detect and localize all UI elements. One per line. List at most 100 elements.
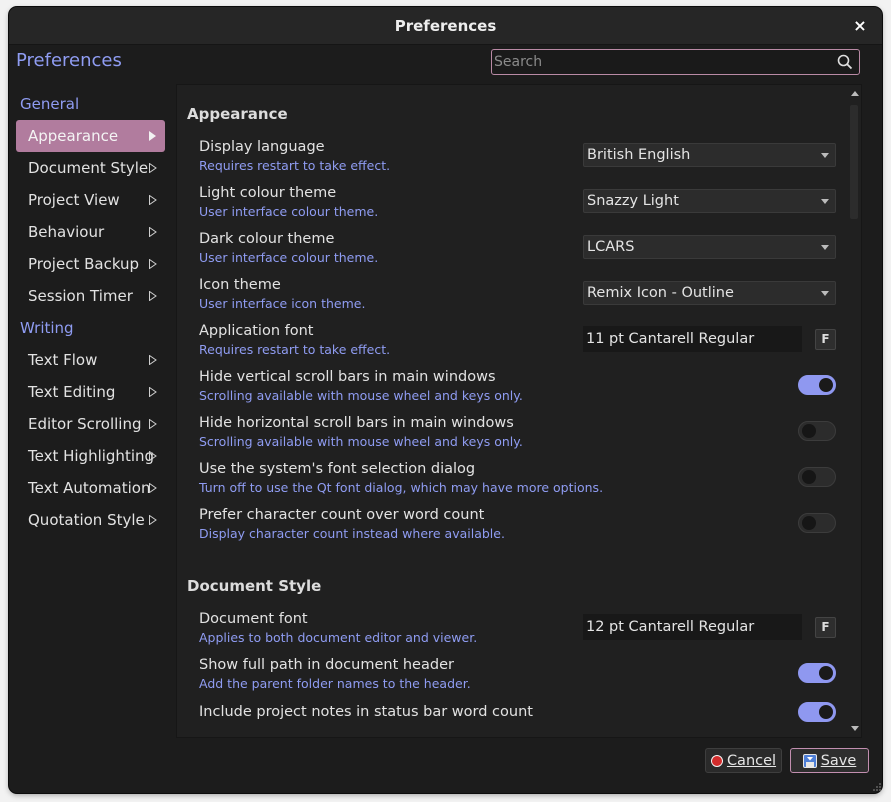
save-icon xyxy=(802,753,817,768)
sidebar-item-label: Document Style xyxy=(28,159,149,177)
application-font-field: 11 pt Cantarell Regular xyxy=(583,326,802,352)
scroll-down-arrow-icon[interactable] xyxy=(851,726,859,731)
settings-scrollbar[interactable] xyxy=(848,85,860,737)
toggle-knob xyxy=(819,666,833,680)
hide-horizontal-scrollbars-toggle[interactable] xyxy=(798,421,836,441)
setting-label: Use the system's font selection dialog xyxy=(199,461,476,477)
sidebar-item-label: Session Timer xyxy=(28,287,133,305)
setting-help: Requires restart to take effect. xyxy=(199,342,391,357)
resize-grip-icon[interactable] xyxy=(872,782,882,792)
chevron-right-icon xyxy=(149,195,157,205)
cancel-button[interactable]: Cancel xyxy=(705,748,782,773)
sidebar-item-label: Text Flow xyxy=(28,351,98,369)
sidebar-item-text-flow[interactable]: Text Flow xyxy=(16,344,165,376)
sidebar-item-editor-scrolling[interactable]: Editor Scrolling xyxy=(16,408,165,440)
full-path-toggle[interactable] xyxy=(798,663,836,683)
sidebar-item-label: Text Automation xyxy=(28,479,151,497)
sidebar-item-project-backup[interactable]: Project Backup xyxy=(16,248,165,280)
setting-label: Document font xyxy=(199,611,308,627)
chevron-down-icon xyxy=(821,291,829,296)
setting-label: Display language xyxy=(199,139,325,155)
sidebar-title: Preferences xyxy=(16,50,122,71)
select-value: Snazzy Light xyxy=(587,193,679,209)
chevron-down-icon xyxy=(821,153,829,158)
select-value: LCARS xyxy=(587,239,635,255)
toggle-knob xyxy=(802,424,816,438)
setting-label: Show full path in document header xyxy=(199,657,454,673)
setting-label: Light colour theme xyxy=(199,185,337,201)
setting-label: Application font xyxy=(199,323,314,339)
search-input[interactable] xyxy=(494,51,824,73)
setting-character-count: Prefer character count over word count D… xyxy=(199,507,839,551)
document-font-field: 12 pt Cantarell Regular xyxy=(583,614,802,640)
cancel-label: Cancel xyxy=(726,752,777,769)
setting-help: Turn off to use the Qt font dialog, whic… xyxy=(199,480,604,495)
application-font-button[interactable]: F xyxy=(815,329,836,350)
search-icon[interactable] xyxy=(837,54,853,70)
chevron-right-icon xyxy=(149,387,157,397)
icon-theme-select[interactable]: Remix Icon - Outline xyxy=(583,281,836,305)
sidebar-item-text-automation[interactable]: Text Automation xyxy=(16,472,165,504)
light-theme-select[interactable]: Snazzy Light xyxy=(583,189,836,213)
chevron-right-icon xyxy=(149,259,157,269)
setting-help: Requires restart to take effect. xyxy=(199,158,391,173)
sidebar-item-label: Text Editing xyxy=(28,383,116,401)
character-count-toggle[interactable] xyxy=(798,513,836,533)
hide-vertical-scrollbars-toggle[interactable] xyxy=(798,375,836,395)
setting-help: Display character count instead where av… xyxy=(199,526,505,541)
toggle-knob xyxy=(819,378,833,392)
setting-label: Hide vertical scroll bars in main window… xyxy=(199,369,496,385)
setting-help: Add the parent folder names to the heade… xyxy=(199,676,471,691)
system-font-dialog-toggle[interactable] xyxy=(798,467,836,487)
sidebar-item-behaviour[interactable]: Behaviour xyxy=(16,216,165,248)
search-field[interactable] xyxy=(491,49,860,75)
setting-label: Icon theme xyxy=(199,277,281,293)
sidebar-item-label: Quotation Style xyxy=(28,511,145,529)
setting-full-path: Show full path in document header Add th… xyxy=(199,657,839,701)
sidebar-item-appearance[interactable]: Appearance xyxy=(16,120,165,152)
sidebar-item-quotation-style[interactable]: Quotation Style xyxy=(16,504,165,536)
settings-panel[interactable]: Appearance Display language Requires res… xyxy=(176,84,862,738)
close-icon[interactable]: × xyxy=(850,16,870,36)
setting-label: Include project notes in status bar word… xyxy=(199,704,533,720)
nav-group-writing[interactable]: Writing xyxy=(16,312,165,344)
save-button[interactable]: Save xyxy=(790,748,869,773)
scrollbar-thumb[interactable] xyxy=(850,105,858,219)
setting-help: Applies to both document editor and view… xyxy=(199,630,478,645)
project-notes-count-toggle[interactable] xyxy=(798,702,836,722)
setting-project-notes-count: Include project notes in status bar word… xyxy=(199,704,839,737)
setting-label: Dark colour theme xyxy=(199,231,335,247)
display-language-select[interactable]: British English xyxy=(583,143,836,167)
sidebar-item-text-editing[interactable]: Text Editing xyxy=(16,376,165,408)
save-label: Save xyxy=(820,752,857,769)
chevron-right-icon xyxy=(149,291,157,301)
chevron-right-icon xyxy=(149,451,157,461)
setting-hide-vertical-scrollbars: Hide vertical scroll bars in main window… xyxy=(199,369,839,413)
scroll-up-arrow-icon[interactable] xyxy=(851,91,859,96)
select-value: British English xyxy=(587,147,691,163)
setting-help: Scrolling available with mouse wheel and… xyxy=(199,388,523,403)
dark-theme-select[interactable]: LCARS xyxy=(583,235,836,259)
sidebar-item-session-timer[interactable]: Session Timer xyxy=(16,280,165,312)
setting-hide-horizontal-scrollbars: Hide horizontal scroll bars in main wind… xyxy=(199,415,839,459)
toggle-knob xyxy=(802,516,816,530)
chevron-right-icon xyxy=(149,515,157,525)
chevron-right-icon xyxy=(149,163,157,173)
sidebar-item-label: Text Highlighting xyxy=(28,447,155,465)
sidebar-nav: General Appearance Document Style Projec… xyxy=(16,88,165,536)
document-font-button[interactable]: F xyxy=(815,617,836,638)
nav-group-general[interactable]: General xyxy=(16,88,165,120)
cancel-icon xyxy=(710,754,723,767)
sidebar-item-document-style[interactable]: Document Style xyxy=(16,152,165,184)
sidebar-item-label: Editor Scrolling xyxy=(28,415,142,433)
sidebar-item-text-highlighting[interactable]: Text Highlighting xyxy=(16,440,165,472)
sidebar-item-label: Appearance xyxy=(28,127,119,145)
chevron-right-icon xyxy=(149,419,157,429)
toggle-knob xyxy=(819,705,833,719)
setting-help: User interface icon theme. xyxy=(199,296,366,311)
chevron-down-icon xyxy=(821,245,829,250)
toggle-knob xyxy=(802,470,816,484)
sidebar-item-project-view[interactable]: Project View xyxy=(16,184,165,216)
window-title: Preferences xyxy=(394,16,497,35)
setting-label: Hide horizontal scroll bars in main wind… xyxy=(199,415,514,431)
